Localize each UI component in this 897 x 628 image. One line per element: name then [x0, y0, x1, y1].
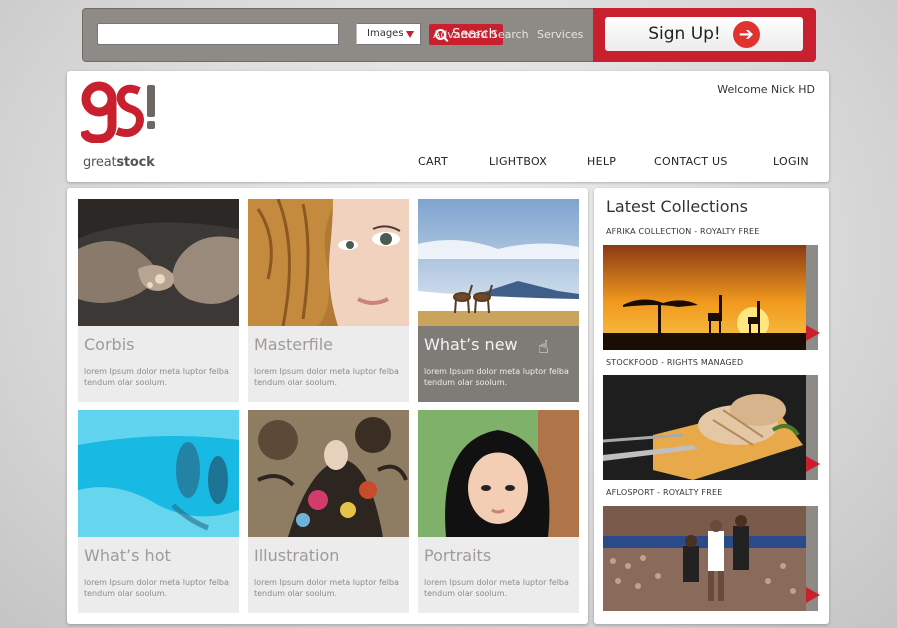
afrika-collection-image[interactable]	[603, 245, 806, 350]
tile-description: lorem Ipsum dolor meta luptor felba tend…	[424, 367, 569, 387]
collection-label[interactable]: AFRIKA COLLECTION - ROYALTY FREE	[606, 227, 760, 236]
whats-new-image	[418, 199, 579, 326]
masterfile-image	[248, 199, 409, 326]
stockfood-collection-image[interactable]	[603, 375, 806, 480]
tile-title: Illustration	[254, 546, 340, 565]
category-tile-masterfile[interactable]: Masterfile lorem Ipsum dolor meta luptor…	[248, 199, 409, 402]
logo-suffix: stock	[116, 155, 155, 170]
tile-description: lorem Ipsum dolor meta luptor felba tend…	[84, 578, 229, 598]
search-input[interactable]	[97, 23, 339, 45]
hand-pointer-icon: ☝	[538, 337, 549, 358]
nav-cart[interactable]: CART	[418, 155, 448, 168]
collection-label[interactable]: AFLOSPORT - ROYALTY FREE	[606, 488, 722, 497]
nav-lightbox[interactable]: LIGHTBOX	[489, 155, 547, 168]
latest-collections-title: Latest Collections	[606, 197, 749, 216]
tile-description: lorem Ipsum dolor meta luptor felba tend…	[84, 367, 229, 387]
search-type-value: Images	[367, 28, 404, 39]
greatstock-logo-mark[interactable]	[81, 81, 161, 143]
aflosport-collection-image[interactable]	[603, 506, 806, 611]
nav-login[interactable]: LOGIN	[773, 155, 809, 168]
tile-title: What’s new	[424, 335, 518, 354]
top-search-bar: Images Search Advanced Search Services S…	[82, 8, 816, 62]
arrow-right-icon: ➔	[732, 20, 760, 48]
signup-panel: Sign Up! ➔	[593, 8, 816, 62]
site-header: greatstock Welcome Nick HD CART LIGHTBOX…	[67, 71, 829, 182]
nav-contact-us[interactable]: CONTACT US	[654, 155, 728, 168]
advanced-search-link[interactable]: Advanced Search	[433, 28, 529, 41]
nav-help[interactable]: HELP	[587, 155, 616, 168]
welcome-text: Welcome Nick HD	[717, 83, 815, 96]
tile-title: Portraits	[424, 546, 492, 565]
portraits-image	[418, 410, 579, 537]
logo-wordmark[interactable]: greatstock	[83, 155, 155, 170]
category-tile-illustration[interactable]: Illustration lorem Ipsum dolor meta lupt…	[248, 410, 409, 613]
category-tile-whats-hot[interactable]: What’s hot lorem Ipsum dolor meta luptor…	[78, 410, 239, 613]
dropdown-arrow-icon	[406, 31, 414, 38]
tile-description: lorem Ipsum dolor meta luptor felba tend…	[424, 578, 569, 598]
tile-title: Masterfile	[254, 335, 334, 354]
category-tile-portraits[interactable]: Portraits lorem Ipsum dolor meta luptor …	[418, 410, 579, 613]
tile-title: What’s hot	[84, 546, 171, 565]
latest-collections-panel: Latest Collections AFRIKA COLLECTION - R…	[594, 188, 829, 624]
collection-arrow-icon[interactable]	[806, 587, 820, 603]
signup-button[interactable]: Sign Up! ➔	[605, 17, 803, 51]
signup-label: Sign Up!	[648, 24, 721, 44]
tile-title: Corbis	[84, 335, 135, 354]
search-type-select[interactable]: Images	[356, 23, 421, 45]
collection-label[interactable]: STOCKFOOD - RIGHTS MANAGED	[606, 358, 743, 367]
corbis-image	[78, 199, 239, 326]
category-tile-whats-new[interactable]: What’s new ☝ lorem Ipsum dolor meta lupt…	[418, 199, 579, 402]
collection-arrow-icon[interactable]	[806, 456, 820, 472]
category-gallery: Corbis lorem Ipsum dolor meta luptor fel…	[67, 188, 588, 624]
services-link[interactable]: Services	[537, 28, 583, 41]
tile-description: lorem Ipsum dolor meta luptor felba tend…	[254, 367, 399, 387]
category-tile-corbis[interactable]: Corbis lorem Ipsum dolor meta luptor fel…	[78, 199, 239, 402]
logo-prefix: great	[83, 155, 117, 170]
collection-arrow-icon[interactable]	[806, 325, 820, 341]
whats-hot-image	[78, 410, 239, 537]
tile-description: lorem Ipsum dolor meta luptor felba tend…	[254, 578, 399, 598]
illustration-image	[248, 410, 409, 537]
